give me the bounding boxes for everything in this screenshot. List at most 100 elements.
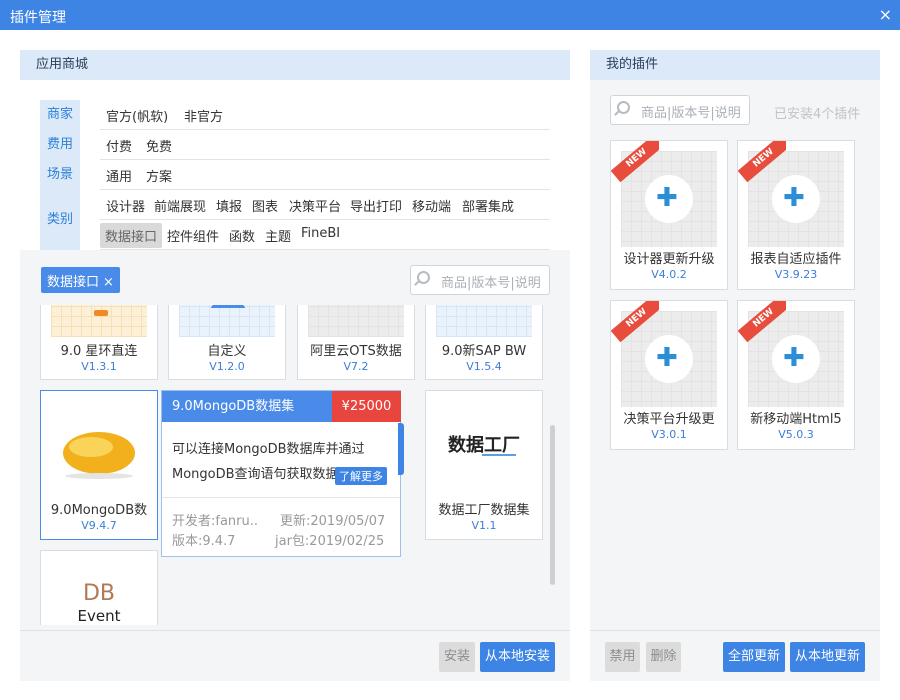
plugin-name: 9.0 星环直连 (60, 344, 138, 359)
filter-decision[interactable]: 决策平台 (289, 196, 341, 215)
plugin-name: 阿里云OTS数据 (310, 344, 402, 359)
filter-deploy[interactable]: 部署集成 (462, 196, 514, 215)
window-title: 插件管理 (10, 10, 66, 26)
plugin-version: V1.2.0 (209, 360, 245, 373)
plugin-name: 设计器更新升级 (623, 252, 715, 267)
filter-mobile[interactable]: 移动端 (412, 196, 451, 215)
my-plugins-title: 我的插件 (590, 50, 880, 80)
my-plugin-card[interactable]: ✚ NEW 新移动端Html5 V5.0.3 (737, 300, 855, 450)
installed-count: 已安装4个插件 (774, 107, 861, 122)
filter-row-type2: 数据接口 控件组件 函数 主题 FineBI (100, 220, 550, 250)
category-type: 类别 (40, 190, 80, 250)
store-search-input[interactable]: 商品|版本号|说明 (410, 265, 550, 295)
popup-jar: jar包:2019/02/25 (275, 534, 385, 549)
plugin-thumbnail (179, 305, 275, 337)
plugin-name: 自定义 (207, 344, 247, 359)
plugin-version: V1.1 (471, 519, 497, 532)
plugin-card-data-factory[interactable]: 数据工厂 数据工厂数据集 V1.1 (425, 390, 543, 540)
filter-data-interface[interactable]: 数据接口 (100, 223, 163, 248)
category-scene: 场景 (40, 160, 80, 190)
new-badge: NEW (611, 141, 659, 189)
store-footer-divider (20, 630, 570, 631)
title-bar: 插件管理 × (0, 0, 900, 30)
store-scrollbar[interactable] (550, 425, 555, 585)
plugin-version: V5.0.3 (778, 428, 814, 441)
popup-developer: 开发者:fanru.. (172, 514, 259, 529)
disable-button[interactable]: 禁用 (605, 642, 640, 672)
popup-accent (398, 423, 404, 475)
update-all-button[interactable]: 全部更新 (723, 642, 785, 672)
tag-remove-icon[interactable]: × (103, 275, 114, 290)
active-filter-label: 数据接口 (47, 275, 100, 290)
popup-version: 版本:9.4.7 (172, 534, 236, 549)
new-badge: NEW (611, 301, 659, 349)
plugin-version: V4.0.2 (651, 268, 687, 281)
delete-button[interactable]: 删除 (646, 642, 681, 672)
store-panel-title: 应用商城 (20, 50, 570, 80)
mango-image (63, 432, 135, 479)
db-event-logo-event: Event (77, 607, 121, 625)
filter-free[interactable]: 免费 (146, 136, 172, 155)
plugin-name: 报表自适应插件 (750, 252, 842, 267)
learn-more-button[interactable]: 了解更多 (335, 467, 387, 485)
plugin-name: 新移动端Html5 (750, 412, 842, 427)
popup-divider (162, 497, 400, 498)
filter-unofficial[interactable]: 非官方 (184, 106, 223, 125)
plugin-logo (94, 310, 108, 316)
db-event-logo-db: DB (82, 581, 116, 606)
filter-widget[interactable]: 控件组件 (167, 226, 219, 245)
popup-updated: 更新:2019/05/07 (280, 514, 386, 529)
filter-solution[interactable]: 方案 (146, 166, 172, 185)
install-button[interactable]: 安装 (439, 642, 475, 672)
install-local-button[interactable]: 从本地安装 (480, 642, 555, 672)
plugin-version: V3.9.23 (774, 268, 818, 281)
plugin-version: V7.2 (343, 360, 369, 373)
filter-official[interactable]: 官方(帆软) (106, 106, 168, 125)
filter-row-merchant: 官方(帆软) 非官方 (100, 100, 550, 130)
plugin-version: V3.0.1 (651, 428, 687, 441)
plugin-name: 数据工厂数据集 (438, 503, 530, 518)
active-filter-tag[interactable]: 数据接口 × (41, 267, 120, 293)
filter-paid[interactable]: 付费 (106, 136, 132, 155)
search-icon (417, 271, 430, 284)
my-search-placeholder: 商品|版本号|说明 (641, 106, 741, 121)
filter-row-cost: 付费 免费 (100, 130, 550, 160)
new-badge: NEW (738, 141, 786, 189)
plugin-name: 9.0新SAP BW (441, 344, 527, 359)
my-plugin-card[interactable]: ✚ NEW 设计器更新升级 V4.0.2 (610, 140, 728, 290)
filter-fill[interactable]: 填报 (216, 196, 242, 215)
update-local-button[interactable]: 从本地更新 (790, 642, 865, 672)
close-icon[interactable]: × (879, 5, 892, 24)
plugin-detail-popup: 9.0MongoDB数据集 ¥25000 可以连接MongoDB数据库并通过 M… (161, 390, 404, 557)
filter-chart[interactable]: 图表 (252, 196, 278, 215)
filter-designer[interactable]: 设计器 (106, 196, 145, 215)
plugin-card-db-event[interactable]: DB Event (40, 550, 158, 625)
filter-general[interactable]: 通用 (106, 166, 132, 185)
filter-row-type1: 设计器 前端展现 填报 图表 决策平台 导出打印 移动端 部署集成 (100, 190, 550, 220)
plugin-card[interactable]: 9.0新SAP BW V1.5.4 (425, 305, 543, 380)
category-cost: 费用 (40, 130, 80, 160)
data-factory-underline (482, 454, 516, 456)
plugin-card-mongodb[interactable]: 9.0MongoDB数 V9.4.7 (40, 390, 158, 540)
category-merchant: 商家 (40, 100, 80, 130)
plugin-version: V1.5.4 (466, 360, 502, 373)
my-footer-divider (590, 630, 880, 631)
plugin-version: V9.4.7 (81, 519, 117, 532)
filter-row-scene: 通用 方案 (100, 160, 550, 190)
plugin-version: V1.3.1 (81, 360, 117, 373)
plugin-card[interactable]: 自定义 V1.2.0 (168, 305, 286, 380)
filter-theme[interactable]: 主题 (265, 226, 291, 245)
filter-finebi[interactable]: FineBI (301, 226, 340, 241)
filter-function[interactable]: 函数 (229, 226, 255, 245)
my-plugin-card[interactable]: ✚ NEW 决策平台升级更 V3.0.1 (610, 300, 728, 450)
filter-export[interactable]: 导出打印 (350, 196, 402, 215)
plugin-thumbnail (436, 305, 532, 337)
plugin-card[interactable]: 9.0 星环直连 V1.3.1 (40, 305, 158, 380)
plugin-thumbnail (308, 305, 404, 337)
plugin-name: 决策平台升级更 (623, 412, 715, 427)
my-plugin-card[interactable]: ✚ NEW 报表自适应插件 V3.9.23 (737, 140, 855, 290)
filter-frontend[interactable]: 前端展现 (154, 196, 206, 215)
plugin-card[interactable]: 阿里云OTS数据 V7.2 (297, 305, 415, 380)
plugin-name: 9.0MongoDB数 (50, 503, 148, 518)
my-search-input[interactable]: 商品|版本号|说明 (610, 95, 750, 125)
